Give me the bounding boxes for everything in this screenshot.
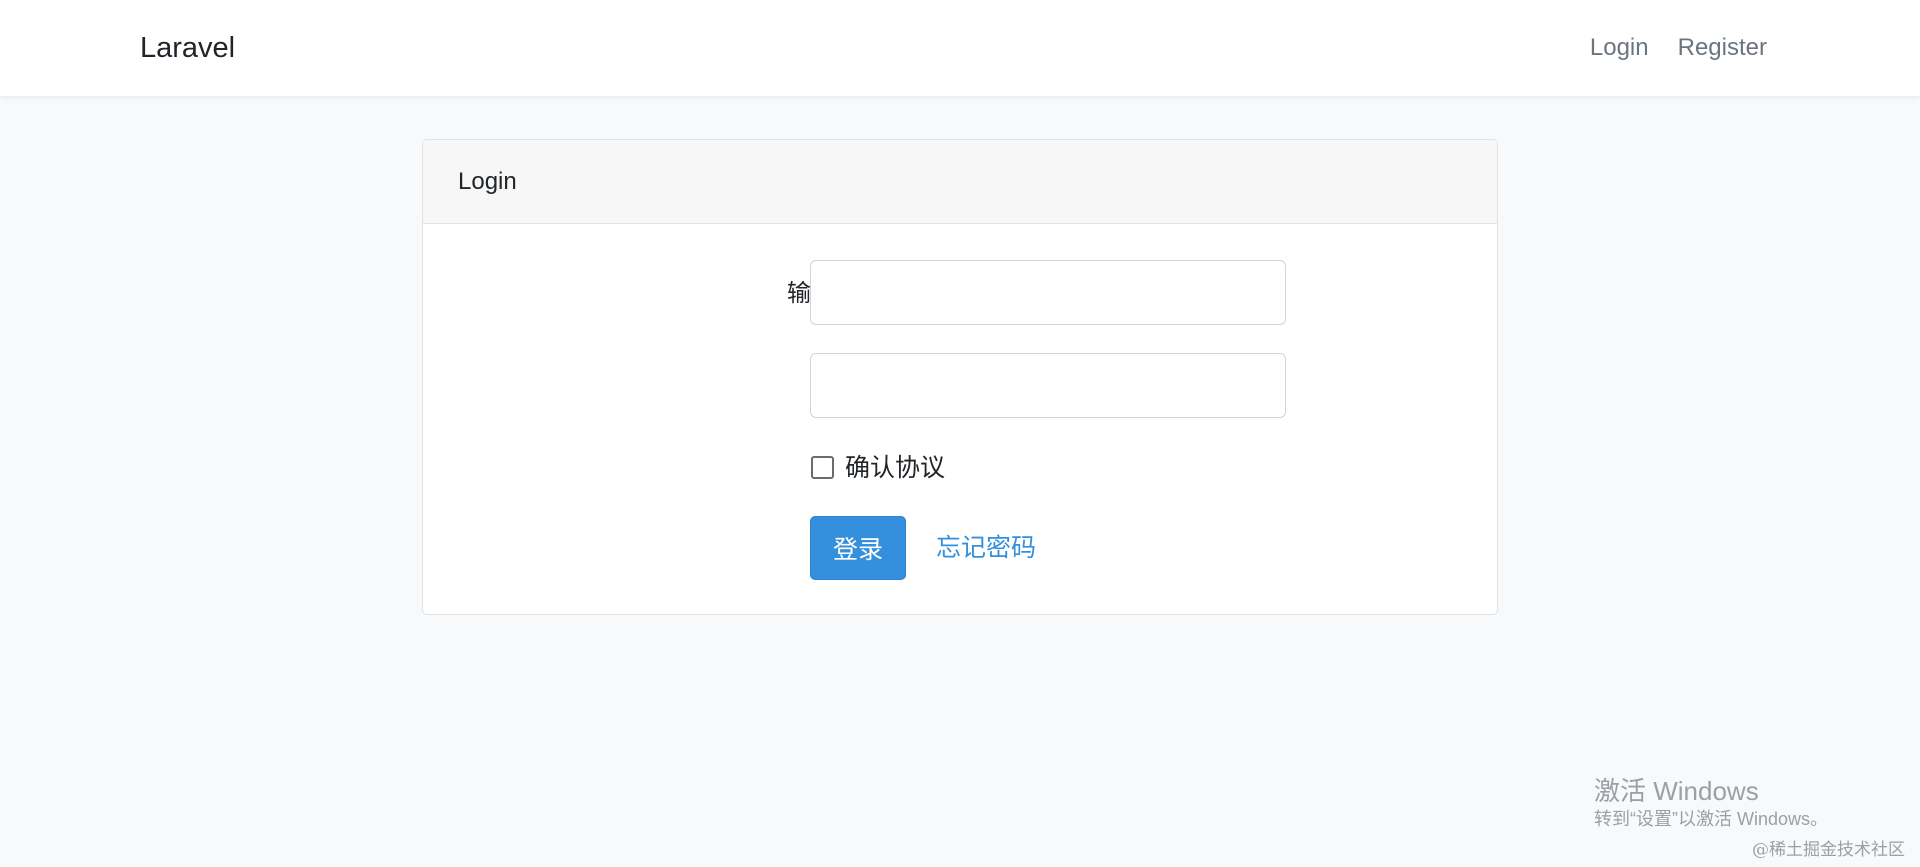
site-watermark: @稀土掘金技术社区 — [1752, 840, 1905, 860]
nav-register-link[interactable]: Register — [1678, 33, 1767, 63]
password-field[interactable] — [810, 353, 1286, 418]
agreement-checkbox[interactable] — [811, 456, 834, 479]
agreement-label[interactable]: 确认协议 — [845, 453, 945, 483]
card-title: Login — [458, 168, 517, 195]
activate-windows-title: 激活 Windows — [1594, 776, 1759, 806]
email-field[interactable] — [810, 260, 1286, 325]
activate-windows-subtitle: 转到“设置”以激活 Windows。 — [1594, 809, 1829, 829]
nav-login-link[interactable]: Login — [1590, 33, 1649, 63]
brand-link[interactable]: Laravel — [140, 30, 235, 66]
card-header: Login — [423, 140, 1497, 224]
login-card: Login 输入E-Mail 密码 确认协议 登录 忘记密码 — [422, 139, 1498, 615]
login-submit-button[interactable]: 登录 — [810, 516, 906, 580]
nav-links: Login Register — [1590, 33, 1767, 63]
forgot-password-link[interactable]: 忘记密码 — [936, 533, 1036, 563]
navbar: Laravel Login Register — [0, 0, 1920, 96]
